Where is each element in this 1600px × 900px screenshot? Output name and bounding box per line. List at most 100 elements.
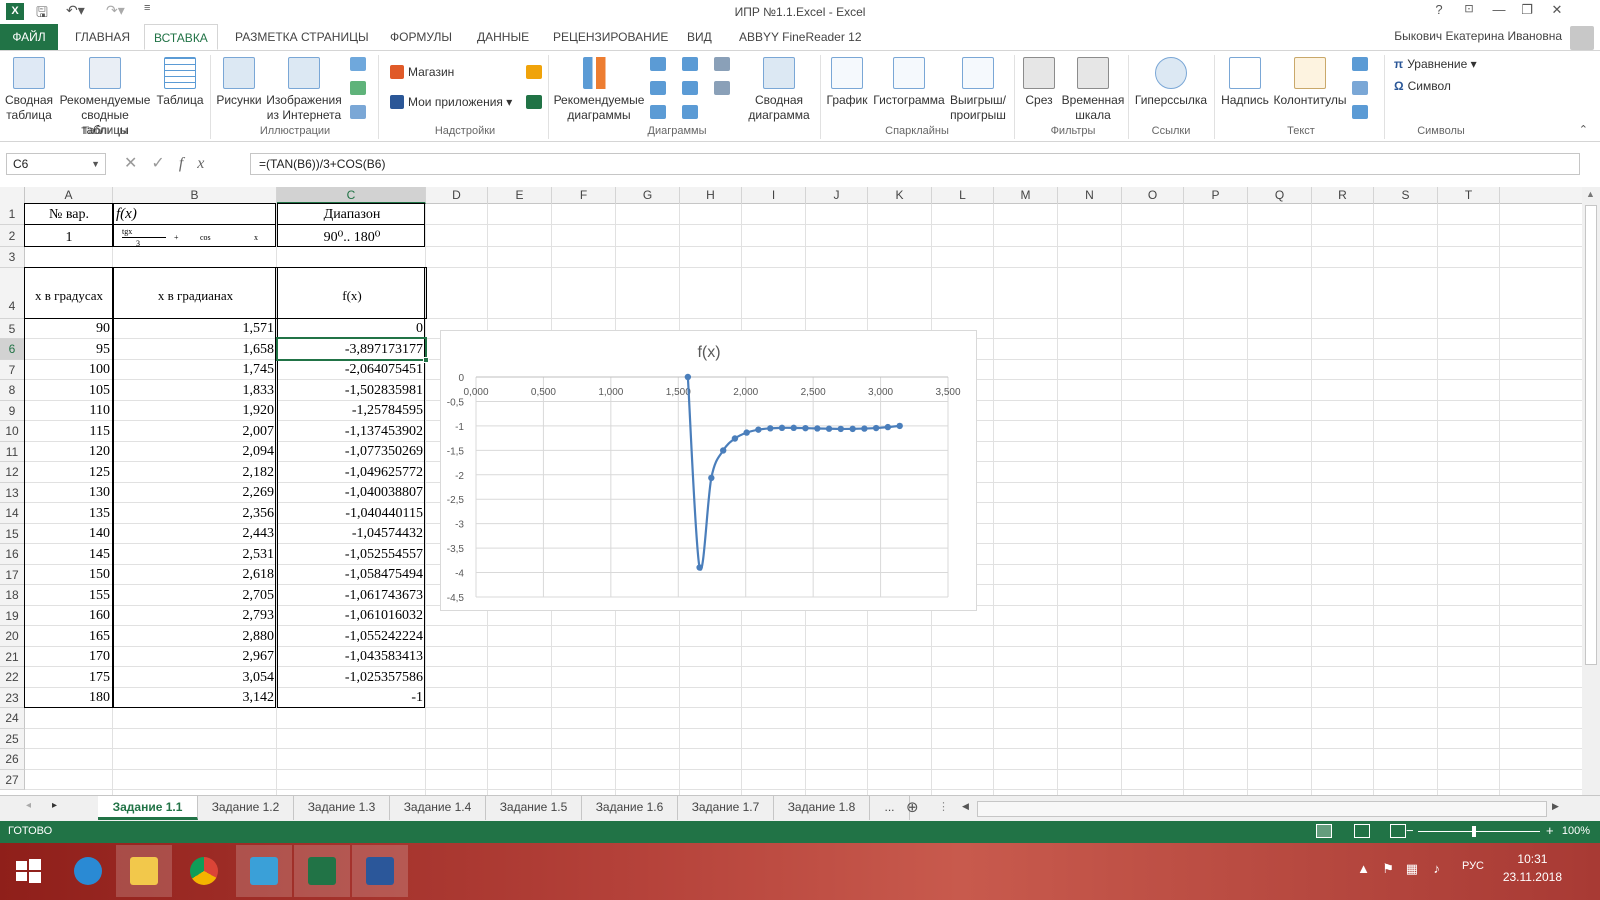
- combo-chart-icon[interactable]: [714, 81, 730, 95]
- table-cell[interactable]: 105: [25, 380, 113, 401]
- column-header-l[interactable]: L: [932, 187, 994, 204]
- column-header-e[interactable]: E: [488, 187, 552, 204]
- table-cell[interactable]: 165: [25, 626, 113, 647]
- sheet-tab[interactable]: Задание 1.4: [390, 796, 486, 820]
- column-header-o[interactable]: O: [1122, 187, 1184, 204]
- taskbar-explorer[interactable]: [116, 845, 172, 897]
- taskbar-excel[interactable]: [294, 845, 350, 897]
- taskbar-chrome[interactable]: [176, 845, 232, 897]
- chevron-down-icon[interactable]: ▼: [91, 154, 100, 174]
- table-cell[interactable]: 2,269: [114, 483, 277, 503]
- bar-chart-icon[interactable]: [682, 57, 698, 71]
- table-cell[interactable]: 130: [25, 483, 113, 503]
- row-header-2[interactable]: 2: [0, 225, 25, 247]
- sheet-tab[interactable]: Задание 1.8: [774, 796, 870, 820]
- column-chart-icon[interactable]: [650, 57, 666, 71]
- tab-view[interactable]: ВИД: [678, 24, 721, 50]
- row-header-9[interactable]: 9: [0, 401, 25, 421]
- table-cell[interactable]: 150: [25, 565, 113, 585]
- line-chart-icon[interactable]: [650, 81, 666, 95]
- table-cell[interactable]: -1,055242224: [278, 626, 426, 647]
- row-header-21[interactable]: 21: [0, 647, 25, 667]
- row-header-15[interactable]: 15: [0, 524, 25, 544]
- sheet-tab[interactable]: Задание 1.7: [678, 796, 774, 820]
- volume-icon[interactable]: ♪: [1434, 861, 1441, 876]
- table-cell[interactable]: -1,061743673: [278, 585, 426, 606]
- vertical-scroll-thumb[interactable]: [1585, 205, 1597, 665]
- row-header-1[interactable]: 1: [0, 204, 25, 225]
- table-cell[interactable]: 120: [25, 442, 113, 462]
- table-cell[interactable]: 2,356: [114, 503, 277, 524]
- column-header-c[interactable]: C: [277, 187, 426, 204]
- hscroll-right-icon[interactable]: ▶: [1552, 801, 1559, 812]
- cell-b4[interactable]: x в градианах: [114, 271, 277, 321]
- table-cell[interactable]: 2,618: [114, 565, 277, 585]
- table-cell[interactable]: 2,705: [114, 585, 277, 606]
- scroll-up-icon[interactable]: ▲: [1586, 189, 1595, 199]
- normal-view-icon[interactable]: [1316, 824, 1332, 838]
- column-header-n[interactable]: N: [1058, 187, 1122, 204]
- table-cell[interactable]: -1,04574432: [278, 524, 426, 544]
- table-cell[interactable]: -1,137453902: [278, 421, 426, 442]
- avatar[interactable]: [1570, 26, 1594, 50]
- taskbar-word[interactable]: [352, 845, 408, 897]
- ribbon-display-options-icon[interactable]: ⊡: [1458, 2, 1480, 15]
- table-cell[interactable]: 1,745: [114, 360, 277, 380]
- online-pictures-button[interactable]: Изображения из Интернета: [264, 57, 344, 123]
- column-header-g[interactable]: G: [616, 187, 680, 204]
- table-cell[interactable]: 1,920: [114, 401, 277, 421]
- table-cell[interactable]: 2,007: [114, 421, 277, 442]
- table-cell[interactable]: 180: [25, 688, 113, 708]
- hyperlink-button[interactable]: Гиперссылка: [1132, 57, 1210, 108]
- column-header-f[interactable]: F: [552, 187, 616, 204]
- table-cell[interactable]: 170: [25, 647, 113, 667]
- table-cell[interactable]: 3,054: [114, 667, 277, 688]
- table-cell[interactable]: -1,061016032: [278, 606, 426, 626]
- table-cell[interactable]: -1,043583413: [278, 647, 426, 667]
- maximize-button[interactable]: ❐: [1516, 2, 1538, 18]
- table-cell[interactable]: 125: [25, 462, 113, 483]
- row-header-19[interactable]: 19: [0, 606, 25, 626]
- cell-a4[interactable]: x в градусах: [25, 271, 113, 321]
- table-cell[interactable]: 90: [25, 319, 113, 339]
- row-header-5[interactable]: 5: [0, 319, 25, 339]
- table-cell[interactable]: 95: [25, 339, 113, 360]
- table-cell[interactable]: -1,052554557: [278, 544, 426, 565]
- table-cell[interactable]: -1,040440115: [278, 503, 426, 524]
- tab-page-layout[interactable]: РАЗМЕТКА СТРАНИЦЫ: [226, 24, 378, 50]
- row-header-25[interactable]: 25: [0, 729, 25, 749]
- name-box[interactable]: C6 ▼: [6, 153, 106, 175]
- table-cell[interactable]: 1,833: [114, 380, 277, 401]
- my-apps-button[interactable]: Мои приложения ▾: [390, 95, 512, 109]
- sheet-tab[interactable]: Задание 1.1: [98, 796, 198, 820]
- sheet-tab[interactable]: Задание 1.6: [582, 796, 678, 820]
- row-header-11[interactable]: 11: [0, 442, 25, 462]
- close-button[interactable]: ✕: [1546, 2, 1568, 18]
- wordart-icon[interactable]: [1352, 57, 1368, 71]
- user-name[interactable]: Быкович Екатерина Ивановна: [1394, 29, 1562, 43]
- table-cell[interactable]: 2,967: [114, 647, 277, 667]
- screenshot-icon[interactable]: [350, 105, 366, 119]
- column-header-i[interactable]: I: [742, 187, 806, 204]
- table-cell[interactable]: 2,531: [114, 544, 277, 565]
- header-footer-button[interactable]: Колонтитулы: [1272, 57, 1348, 108]
- row-header-23[interactable]: 23: [0, 688, 25, 708]
- table-cell[interactable]: 2,182: [114, 462, 277, 483]
- table-cell[interactable]: -3,897173177: [278, 339, 426, 360]
- pivot-table-button[interactable]: Сводная таблица: [2, 57, 56, 123]
- column-header-j[interactable]: J: [806, 187, 868, 204]
- select-all-corner[interactable]: [0, 187, 25, 204]
- table-cell[interactable]: -1,502835981: [278, 380, 426, 401]
- cell-b2-formula-image[interactable]: tgx 3 + cos x: [116, 226, 276, 249]
- row-header-6[interactable]: 6: [0, 339, 25, 360]
- textbox-button[interactable]: Надпись: [1218, 57, 1272, 108]
- row-header-17[interactable]: 17: [0, 565, 25, 585]
- cell-a2[interactable]: 1: [25, 227, 113, 249]
- sheet-tab[interactable]: Задание 1.5: [486, 796, 582, 820]
- insert-function-icon[interactable]: fx: [179, 155, 219, 172]
- cell-c2[interactable]: 90⁰.. 180⁰: [278, 227, 426, 249]
- table-cell[interactable]: 110: [25, 401, 113, 421]
- column-header-s[interactable]: S: [1374, 187, 1438, 204]
- table-cell[interactable]: 3,142: [114, 688, 277, 708]
- tab-home[interactable]: ГЛАВНАЯ: [66, 24, 139, 50]
